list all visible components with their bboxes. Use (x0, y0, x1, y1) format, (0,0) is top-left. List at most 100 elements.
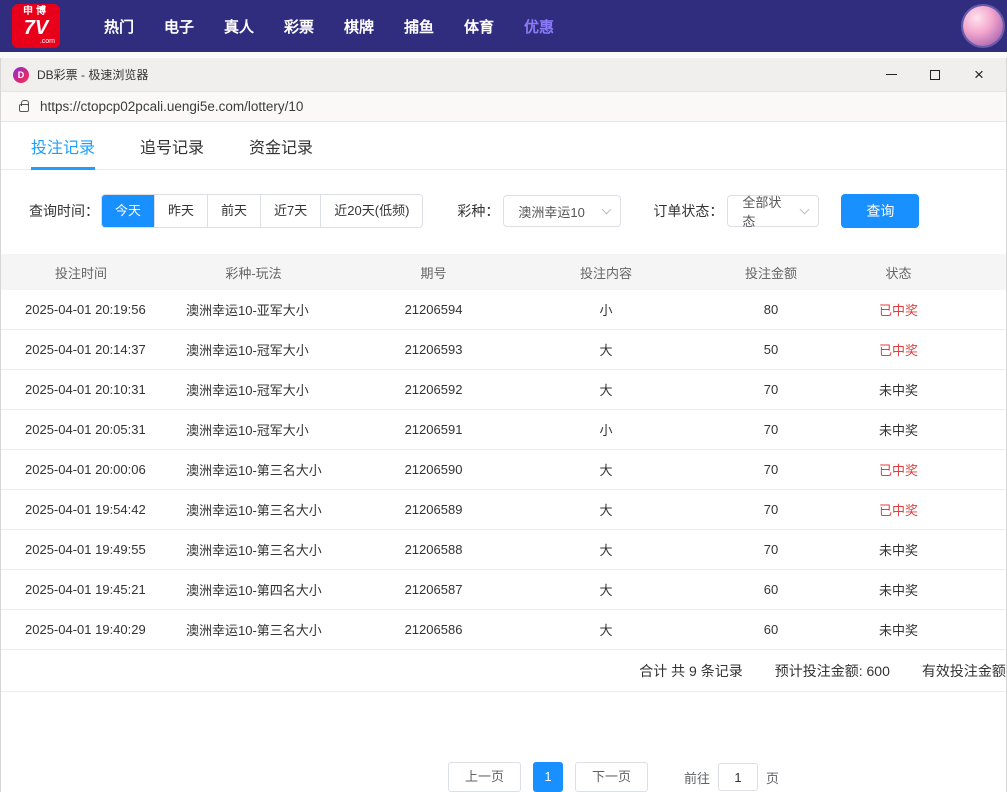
cell-issue: 21206594 (346, 302, 521, 317)
nav-item-彩票[interactable]: 彩票 (284, 16, 314, 37)
summary-bar: 合计 共 9 条记录 预计投注金额: 600 有效投注金额: 600 (1, 650, 1006, 692)
table-row: 2025-04-01 20:19:56澳洲幸运10-亚军大小21206594小8… (1, 290, 1006, 330)
maximize-button[interactable] (928, 68, 942, 82)
goto-label: 前往 (684, 768, 710, 787)
cell-bet-time: 2025-04-01 19:45:21 (1, 582, 161, 597)
header-issue: 期号 (346, 263, 521, 282)
table-row: 2025-04-01 20:00:06澳洲幸运10-第三名大小21206590大… (1, 450, 1006, 490)
time-filter-昨天[interactable]: 昨天 (154, 195, 207, 227)
cell-bet-amount: 60 (691, 622, 851, 637)
nav-item-电子[interactable]: 电子 (164, 16, 194, 37)
cell-bet-amount: 70 (691, 382, 851, 397)
tab-bet-records[interactable]: 投注记录 (31, 122, 95, 169)
cell-status: 已中奖 (851, 300, 946, 319)
cell-status: 未中奖 (851, 620, 946, 639)
nav-item-体育[interactable]: 体育 (464, 16, 494, 37)
table-row: 2025-04-01 20:10:31澳洲幸运10-冠军大小21206592大7… (1, 370, 1006, 410)
cell-game-play: 澳洲幸运10-冠军大小 (161, 420, 346, 439)
tab-fund-records[interactable]: 资金记录 (249, 122, 313, 169)
cell-bet-amount: 70 (691, 462, 851, 477)
cell-game-play: 澳洲幸运10-第三名大小 (161, 620, 346, 639)
goto-page-input[interactable] (718, 763, 758, 791)
records-table: 投注时间 彩种-玩法 期号 投注内容 投注金额 状态 2025-04-01 20… (1, 254, 1006, 650)
browser-tab-icon: D (13, 67, 29, 83)
cell-bet-amount: 70 (691, 422, 851, 437)
order-status-select-value: 全部状态 (742, 192, 793, 230)
cell-status: 未中奖 (851, 580, 946, 599)
lottery-filter-label: 彩种： (457, 201, 499, 221)
table-row: 2025-04-01 20:14:37澳洲幸运10-冠军大小21206593大5… (1, 330, 1006, 370)
page-number-1[interactable]: 1 (533, 762, 563, 792)
nav-item-优惠[interactable]: 优惠 (524, 16, 554, 37)
table-row: 2025-04-01 19:49:55澳洲幸运10-第三名大小21206588大… (1, 530, 1006, 570)
user-avatar[interactable] (963, 6, 1003, 46)
main-nav: 热门 电子 真人 彩票 棋牌 捕鱼 体育 优惠 (104, 16, 554, 37)
cell-bet-content: 大 (521, 340, 691, 359)
cell-bet-time: 2025-04-01 19:49:55 (1, 542, 161, 557)
time-filter-今天[interactable]: 今天 (102, 195, 154, 227)
cell-bet-amount: 70 (691, 542, 851, 557)
browser-window: D DB彩票 - 极速浏览器 × https://ctopcp02pcali.u… (0, 58, 1007, 792)
header-bet-time: 投注时间 (1, 263, 161, 282)
cell-bet-time: 2025-04-01 20:05:31 (1, 422, 161, 437)
cell-issue: 21206590 (346, 462, 521, 477)
table-header: 投注时间 彩种-玩法 期号 投注内容 投注金额 状态 (1, 254, 1006, 290)
order-status-select[interactable]: 全部状态 (727, 195, 819, 227)
goto-unit-label: 页 (766, 768, 779, 787)
table-row: 2025-04-01 19:54:42澳洲幸运10-第三名大小21206589大… (1, 490, 1006, 530)
summary-valid-amount: 有效投注金额: 600 (922, 661, 1006, 681)
cell-status: 未中奖 (851, 380, 946, 399)
url-text[interactable]: https://ctopcp02pcali.uengi5e.com/lotter… (40, 99, 303, 114)
cell-game-play: 澳洲幸运10-冠军大小 (161, 340, 346, 359)
browser-addressbar: https://ctopcp02pcali.uengi5e.com/lotter… (1, 92, 1006, 122)
prev-page-button[interactable]: 上一页 (448, 762, 521, 792)
cell-issue: 21206592 (346, 382, 521, 397)
cell-bet-content: 大 (521, 580, 691, 599)
time-filter-前天[interactable]: 前天 (207, 195, 260, 227)
nav-item-真人[interactable]: 真人 (224, 16, 254, 37)
search-button[interactable]: 查询 (841, 194, 919, 228)
header-bet-content: 投注内容 (521, 263, 691, 282)
nav-item-热门[interactable]: 热门 (104, 16, 134, 37)
status-filter-label: 订单状态： (653, 201, 723, 221)
cell-issue: 21206588 (346, 542, 521, 557)
next-page-button[interactable]: 下一页 (575, 762, 648, 792)
minimize-button[interactable] (884, 68, 898, 82)
cell-bet-time: 2025-04-01 20:19:56 (1, 302, 161, 317)
cell-bet-time: 2025-04-01 19:54:42 (1, 502, 161, 517)
lock-icon (19, 104, 29, 112)
lottery-select-value: 澳洲幸运10 (518, 202, 584, 221)
cell-issue: 21206587 (346, 582, 521, 597)
site-logo-text-main: 7V (24, 18, 48, 38)
cell-bet-amount: 60 (691, 582, 851, 597)
cell-game-play: 澳洲幸运10-第三名大小 (161, 540, 346, 559)
cell-game-play: 澳洲幸运10-冠军大小 (161, 380, 346, 399)
header-game-play: 彩种-玩法 (161, 263, 346, 282)
time-filter-近7天[interactable]: 近7天 (260, 195, 320, 227)
site-top-nav: 申博 7V .com 热门 电子 真人 彩票 棋牌 捕鱼 体育 优惠 (0, 0, 1007, 52)
cell-bet-time: 2025-04-01 20:00:06 (1, 462, 161, 477)
cell-bet-content: 小 (521, 300, 691, 319)
cell-bet-amount: 80 (691, 302, 851, 317)
window-controls: × (884, 68, 994, 82)
close-button[interactable]: × (972, 68, 986, 82)
pagination: 上一页 1 下一页 前往 页 (1, 762, 1006, 792)
lottery-select[interactable]: 澳洲幸运10 (503, 195, 621, 227)
cell-bet-time: 2025-04-01 19:40:29 (1, 622, 161, 637)
cell-issue: 21206589 (346, 502, 521, 517)
browser-titlebar: D DB彩票 - 极速浏览器 × (1, 58, 1006, 92)
site-logo[interactable]: 申博 7V .com (12, 4, 60, 48)
tab-chase-records[interactable]: 追号记录 (140, 122, 204, 169)
window-title: DB彩票 - 极速浏览器 (37, 66, 148, 83)
time-filter-近20天(低频)[interactable]: 近20天(低频) (320, 195, 422, 227)
time-filter-group: 今天昨天前天近7天近20天(低频) (101, 194, 423, 228)
cell-bet-amount: 70 (691, 502, 851, 517)
header-bet-amount: 投注金额 (691, 263, 851, 282)
time-filter-label: 查询时间： (29, 201, 99, 221)
nav-item-棋牌[interactable]: 棋牌 (344, 16, 374, 37)
site-logo-text-sub: .com (40, 38, 55, 45)
page-content: 投注记录 追号记录 资金记录 查询时间： 今天昨天前天近7天近20天(低频) 彩… (1, 122, 1006, 792)
nav-item-捕鱼[interactable]: 捕鱼 (404, 16, 434, 37)
site-logo-text-top: 申博 (23, 7, 49, 17)
table-body: 2025-04-01 20:19:56澳洲幸运10-亚军大小21206594小8… (1, 290, 1006, 650)
